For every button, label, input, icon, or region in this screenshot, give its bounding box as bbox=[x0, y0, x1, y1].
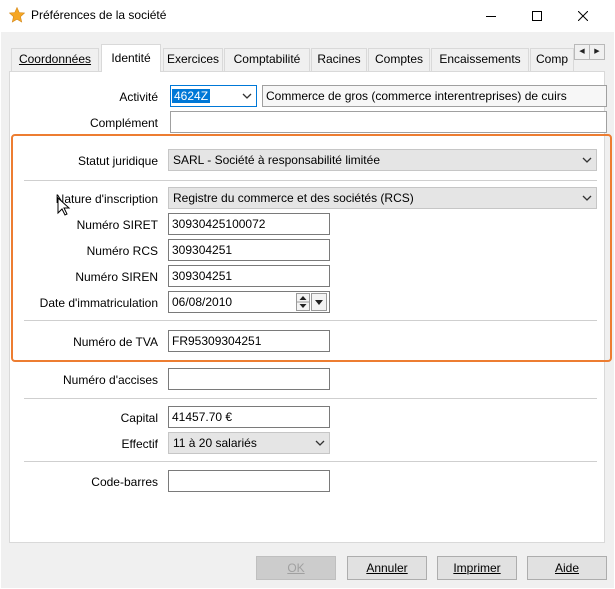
tab-scroll-right-button[interactable]: ▶ bbox=[589, 44, 605, 60]
activite-label: Activité bbox=[119, 90, 158, 104]
tab-encaissements[interactable]: Encaissements bbox=[431, 48, 529, 71]
separator bbox=[24, 398, 597, 399]
window-title: Préférences de la société bbox=[31, 8, 167, 22]
tab-scroll-left-button[interactable]: ◀ bbox=[574, 44, 590, 60]
effectif-value: 11 à 20 salariés bbox=[173, 436, 257, 450]
complement-input[interactable] bbox=[170, 111, 607, 133]
ok-button[interactable]: OK bbox=[256, 556, 336, 580]
star-icon bbox=[8, 6, 26, 23]
maximize-icon bbox=[532, 11, 542, 21]
capital-input[interactable]: 41457.70 € bbox=[168, 406, 330, 428]
effectif-label: Effectif bbox=[121, 437, 158, 451]
triangle-right-icon: ▶ bbox=[594, 48, 600, 55]
separator bbox=[24, 461, 597, 462]
minimize-button[interactable] bbox=[468, 0, 514, 32]
aide-button[interactable]: Aide bbox=[527, 556, 607, 580]
chevron-down-icon bbox=[315, 440, 325, 446]
effectif-select[interactable]: 11 à 20 salariés bbox=[168, 432, 330, 454]
complement-label: Complément bbox=[89, 116, 158, 130]
tab-racines[interactable]: Racines bbox=[311, 48, 367, 71]
tab-comp[interactable]: Comp bbox=[530, 48, 574, 71]
tab-coordonnees[interactable]: Coordonnées bbox=[11, 48, 99, 71]
accises-label: Numéro d'accises bbox=[63, 373, 158, 387]
accises-input[interactable] bbox=[168, 368, 330, 390]
close-button[interactable] bbox=[560, 0, 606, 32]
chevron-down-icon bbox=[242, 93, 252, 99]
highlight-frame bbox=[11, 134, 612, 362]
imprimer-button[interactable]: Imprimer bbox=[437, 556, 517, 580]
code-barres-input[interactable] bbox=[168, 470, 330, 492]
activite-description-field: Commerce de gros (commerce interentrepri… bbox=[262, 85, 607, 107]
maximize-button[interactable] bbox=[514, 0, 560, 32]
minimize-icon bbox=[486, 16, 496, 17]
triangle-left-icon: ◀ bbox=[579, 48, 585, 55]
tab-comptabilite[interactable]: Comptabilité bbox=[224, 48, 310, 71]
capital-label: Capital bbox=[120, 411, 158, 425]
tab-exercices[interactable]: Exercices bbox=[163, 48, 223, 71]
annuler-button[interactable]: Annuler bbox=[347, 556, 427, 580]
code-barres-label: Code-barres bbox=[91, 475, 158, 489]
tab-comptes[interactable]: Comptes bbox=[368, 48, 430, 71]
activite-code-select[interactable]: 4624Z bbox=[170, 85, 257, 107]
activite-code-value: 4624Z bbox=[172, 89, 211, 103]
tab-strip: Coordonnées Identité Exercices Comptabil… bbox=[9, 44, 605, 72]
tab-identite[interactable]: Identité bbox=[101, 44, 161, 72]
close-icon bbox=[578, 11, 588, 21]
